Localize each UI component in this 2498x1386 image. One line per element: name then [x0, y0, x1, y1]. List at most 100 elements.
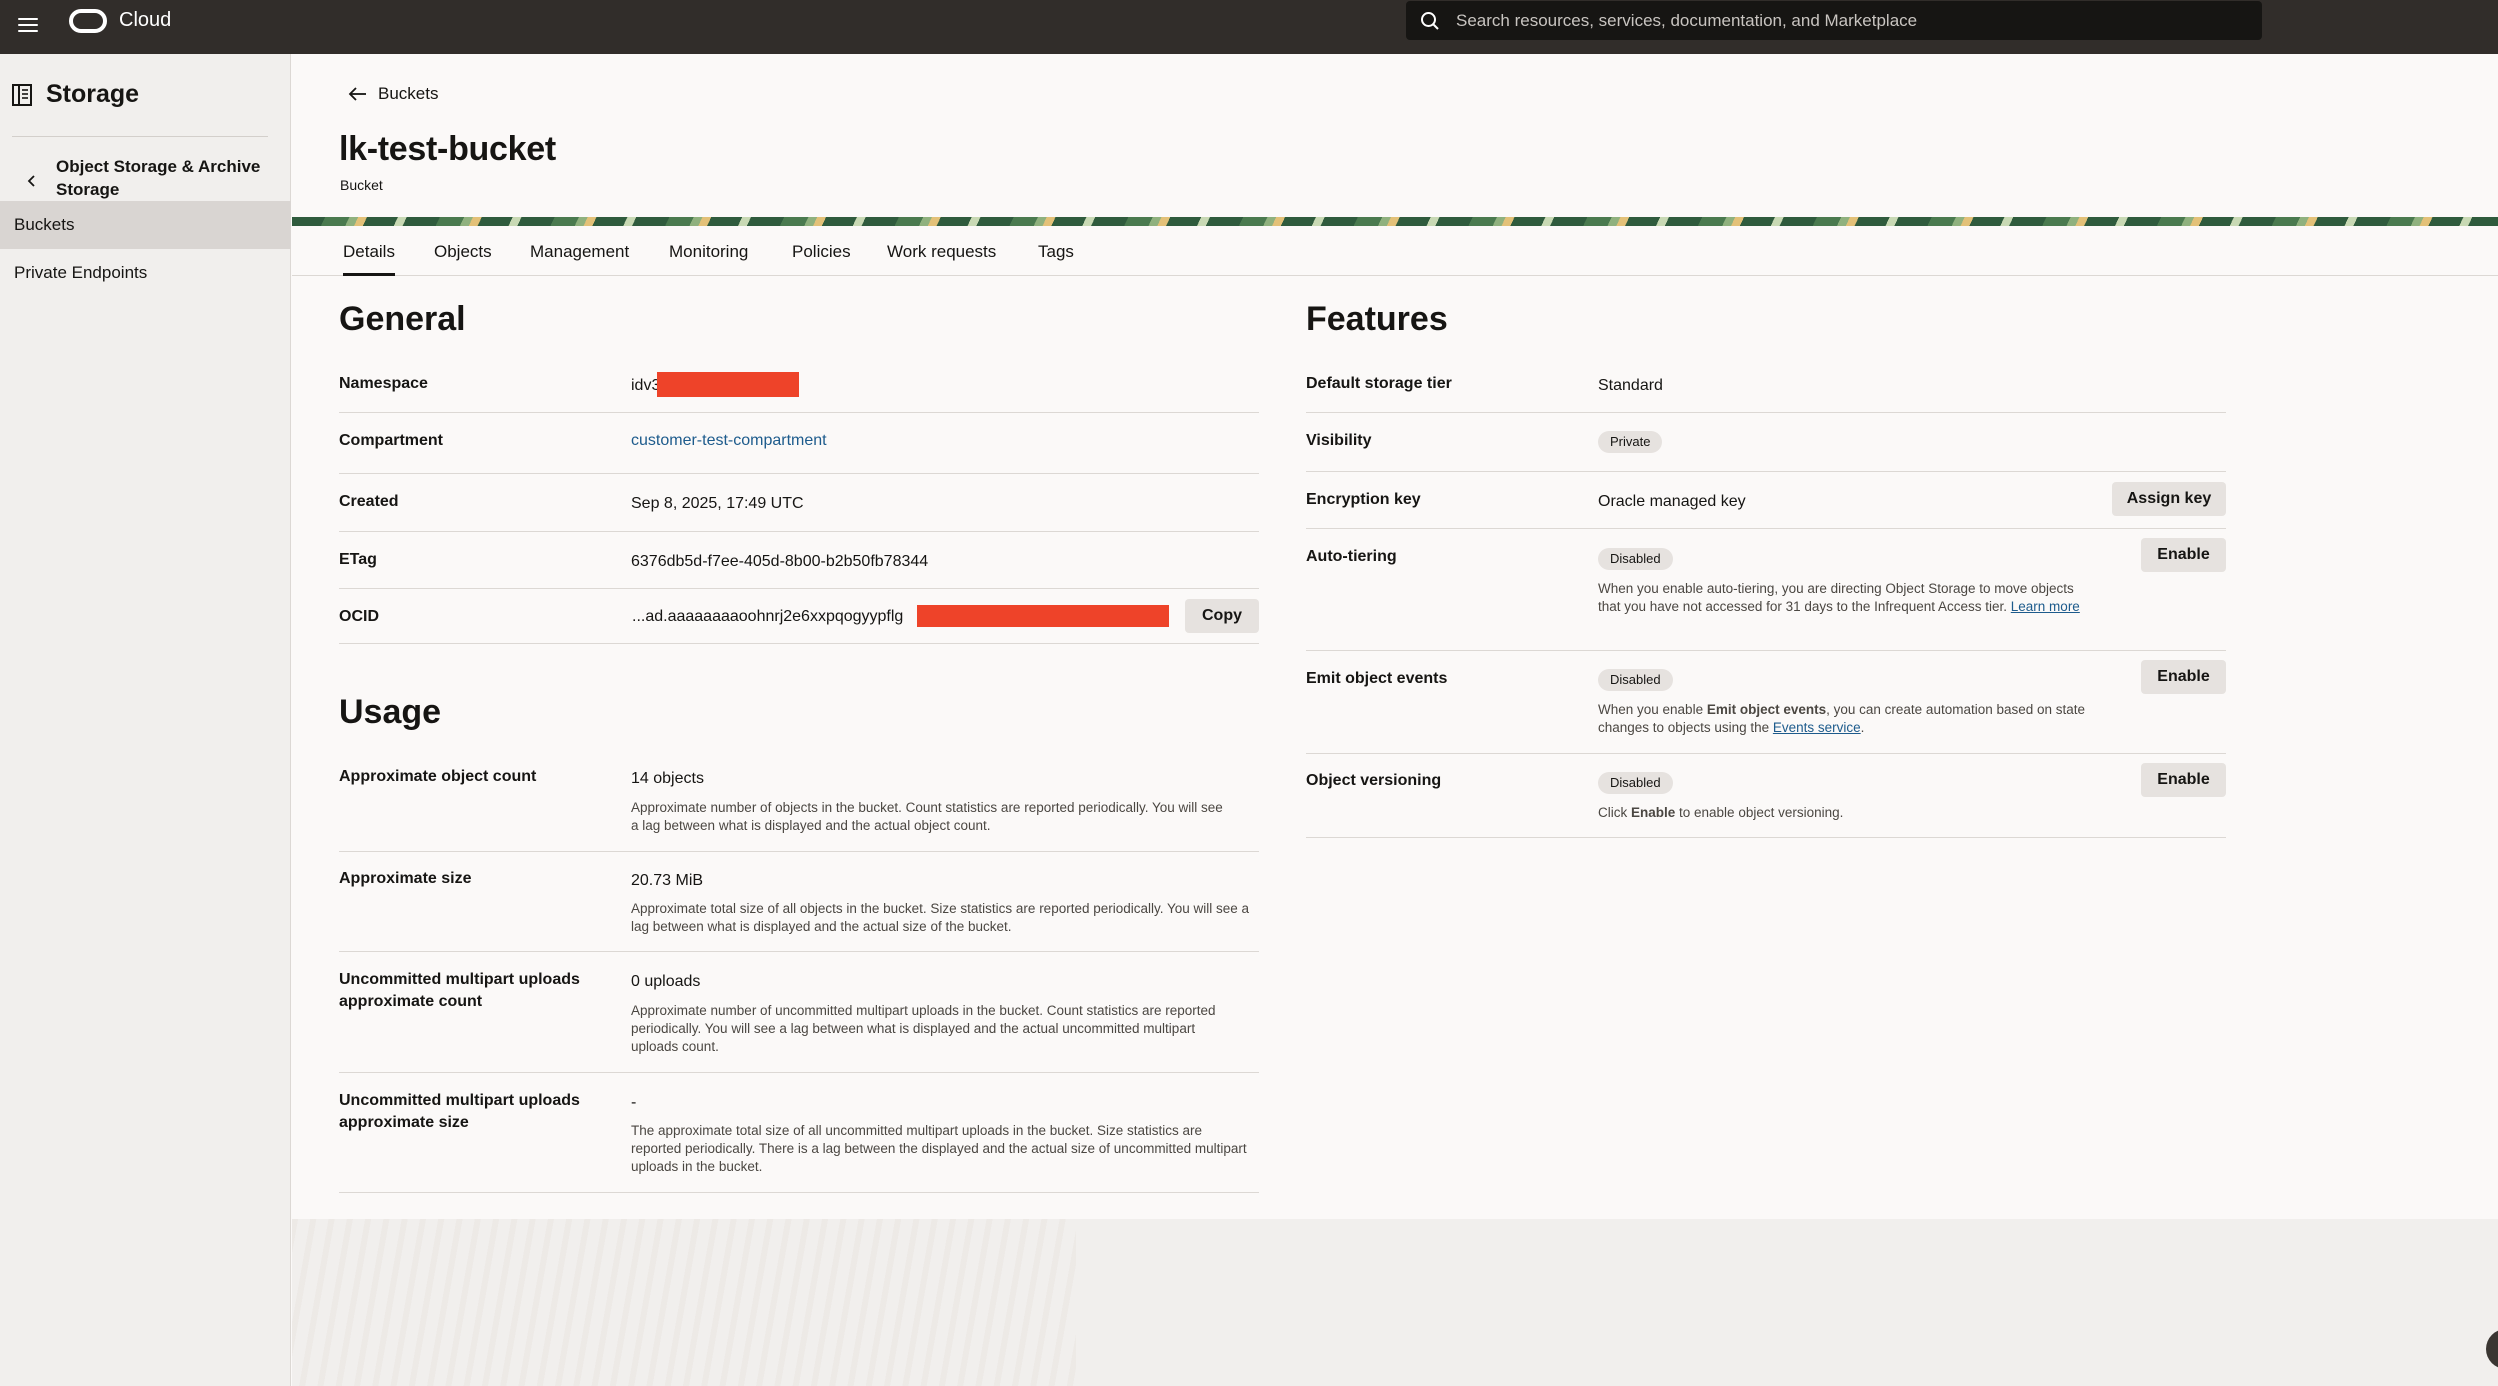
compartment-link[interactable]: customer-test-compartment	[631, 430, 827, 452]
decorative-pattern	[292, 1219, 1076, 1386]
auto-tiering-help: When you enable auto-tiering, you are di…	[1598, 581, 2074, 614]
redaction-block	[917, 605, 1169, 627]
tab-policies[interactable]: Policies	[792, 242, 851, 276]
tab-tags[interactable]: Tags	[1038, 242, 1074, 276]
arrow-left-icon	[348, 87, 366, 101]
tab-details[interactable]: Details	[343, 242, 395, 276]
etag-label: ETag	[339, 551, 377, 568]
enable-object-versioning-button[interactable]: Enable	[2141, 763, 2226, 797]
divider	[1306, 753, 2226, 754]
sidebar-parent-link[interactable]: Object Storage & Archive Storage	[56, 155, 276, 201]
visibility-label: Visibility	[1306, 432, 1372, 449]
features-section-title: Features	[1306, 300, 1448, 338]
sidebar-divider	[12, 136, 268, 137]
sidebar-header: Storage	[12, 80, 139, 109]
events-service-link[interactable]: Events service	[1773, 720, 1861, 735]
object-versioning-status-badge: Disabled	[1598, 772, 1673, 794]
sidebar-item-private-endpoints[interactable]: Private Endpoints	[0, 249, 291, 297]
decorative-banner	[292, 217, 2498, 226]
menu-icon[interactable]	[16, 14, 40, 38]
sidebar-item-buckets[interactable]: Buckets	[0, 201, 291, 249]
divider	[1306, 650, 2226, 651]
tab-work-requests[interactable]: Work requests	[887, 242, 996, 276]
namespace-value: idv3	[631, 377, 661, 394]
divider	[339, 1192, 1259, 1193]
search-input[interactable]	[1456, 1, 2246, 40]
usage-value: 0 uploads	[631, 973, 701, 990]
divider	[339, 643, 1259, 644]
brand-name[interactable]: Cloud	[119, 7, 171, 33]
top-navigation-bar: Cloud	[0, 0, 2498, 54]
auto-tiering-status-badge: Disabled	[1598, 548, 1673, 570]
search-bar[interactable]	[1406, 1, 2262, 40]
usage-help-text: Approximate total size of all objects in…	[631, 901, 1250, 934]
auto-tiering-help-text: When you enable auto-tiering, you are di…	[1598, 580, 2098, 616]
divider	[339, 951, 1259, 952]
usage-help-text: The approximate total size of all uncomm…	[631, 1123, 1247, 1174]
created-label: Created	[339, 493, 399, 510]
chevron-left-icon[interactable]	[22, 171, 42, 191]
usage-label: Approximate object count	[339, 768, 537, 785]
tab-monitoring[interactable]: Monitoring	[669, 242, 748, 276]
search-icon	[1421, 12, 1439, 30]
enable-auto-tiering-button[interactable]: Enable	[2141, 538, 2226, 572]
ocid-value: ...ad.aaaaaaaaoohnrj2e6xxpqogyypflg	[632, 608, 904, 625]
object-versioning-label: Object versioning	[1306, 772, 1442, 789]
usage-help-text: Approximate number of objects in the buc…	[631, 800, 1223, 833]
usage-value: -	[631, 1094, 637, 1111]
usage-label: Uncommitted multipart uploads approximat…	[339, 971, 580, 1010]
copy-ocid-button[interactable]: Copy	[1185, 599, 1259, 633]
versioning-help-bold: Enable	[1631, 805, 1676, 820]
page-subtitle: Bucket	[340, 177, 383, 193]
object-events-label: Emit object events	[1306, 670, 1448, 687]
divider	[339, 851, 1259, 852]
usage-value: 14 objects	[631, 770, 704, 787]
usage-label: Approximate size	[339, 870, 472, 887]
divider	[1306, 471, 2226, 472]
tab-objects[interactable]: Objects	[434, 242, 492, 276]
divider	[1306, 412, 2226, 413]
usage-help-text: Approximate number of uncommitted multip…	[631, 1003, 1216, 1054]
page-title: lk-test-bucket	[339, 130, 556, 168]
auto-tiering-label: Auto-tiering	[1306, 548, 1397, 565]
divider	[339, 412, 1259, 413]
divider	[339, 588, 1259, 589]
divider	[1306, 837, 2226, 838]
enable-object-events-button[interactable]: Enable	[2141, 660, 2226, 694]
usage-label: Uncommitted multipart uploads approximat…	[339, 1092, 580, 1131]
etag-value: 6376db5d-f7ee-405d-8b00-b2b50fb78344	[631, 553, 929, 570]
object-events-help-text: When you enable Emit object events, you …	[1598, 701, 2098, 737]
tab-bar: Details Objects Management Monitoring Po…	[292, 226, 2498, 276]
tab-management[interactable]: Management	[530, 242, 629, 276]
general-section-title: General	[339, 300, 466, 338]
ocid-label: OCID	[339, 608, 379, 625]
object-versioning-help-text: Click Enable to enable object versioning…	[1598, 804, 2098, 822]
storage-tier-value: Standard	[1598, 377, 1663, 394]
object-events-help-pre: When you enable	[1598, 702, 1707, 717]
divider	[339, 1072, 1259, 1073]
object-events-status-badge: Disabled	[1598, 669, 1673, 691]
namespace-label: Namespace	[339, 375, 428, 392]
storage-tier-label: Default storage tier	[1306, 375, 1452, 392]
learn-more-link[interactable]: Learn more	[2011, 599, 2080, 614]
object-events-help-post: .	[1860, 720, 1865, 735]
created-value: Sep 8, 2025, 17:49 UTC	[631, 495, 804, 512]
storage-icon	[12, 83, 32, 106]
visibility-badge: Private	[1598, 431, 1663, 453]
oracle-logo-icon[interactable]	[69, 9, 107, 33]
back-to-buckets-link[interactable]: Buckets	[348, 84, 438, 104]
divider	[1306, 528, 2226, 529]
sidebar: Storage Object Storage & Archive Storage…	[0, 54, 291, 1386]
assign-key-button[interactable]: Assign key	[2112, 482, 2226, 516]
encryption-key-value: Oracle managed key	[1598, 493, 1746, 510]
redaction-block	[657, 372, 799, 397]
encryption-key-label: Encryption key	[1306, 491, 1421, 508]
divider	[339, 473, 1259, 474]
object-events-help-bold: Emit object events	[1706, 702, 1827, 717]
compartment-label: Compartment	[339, 432, 444, 449]
divider	[339, 531, 1259, 532]
versioning-help-post: to enable object versioning.	[1675, 805, 1844, 820]
versioning-help-pre: Click	[1598, 805, 1631, 820]
sidebar-title: Storage	[46, 80, 140, 108]
back-link-label: Buckets	[378, 84, 439, 103]
